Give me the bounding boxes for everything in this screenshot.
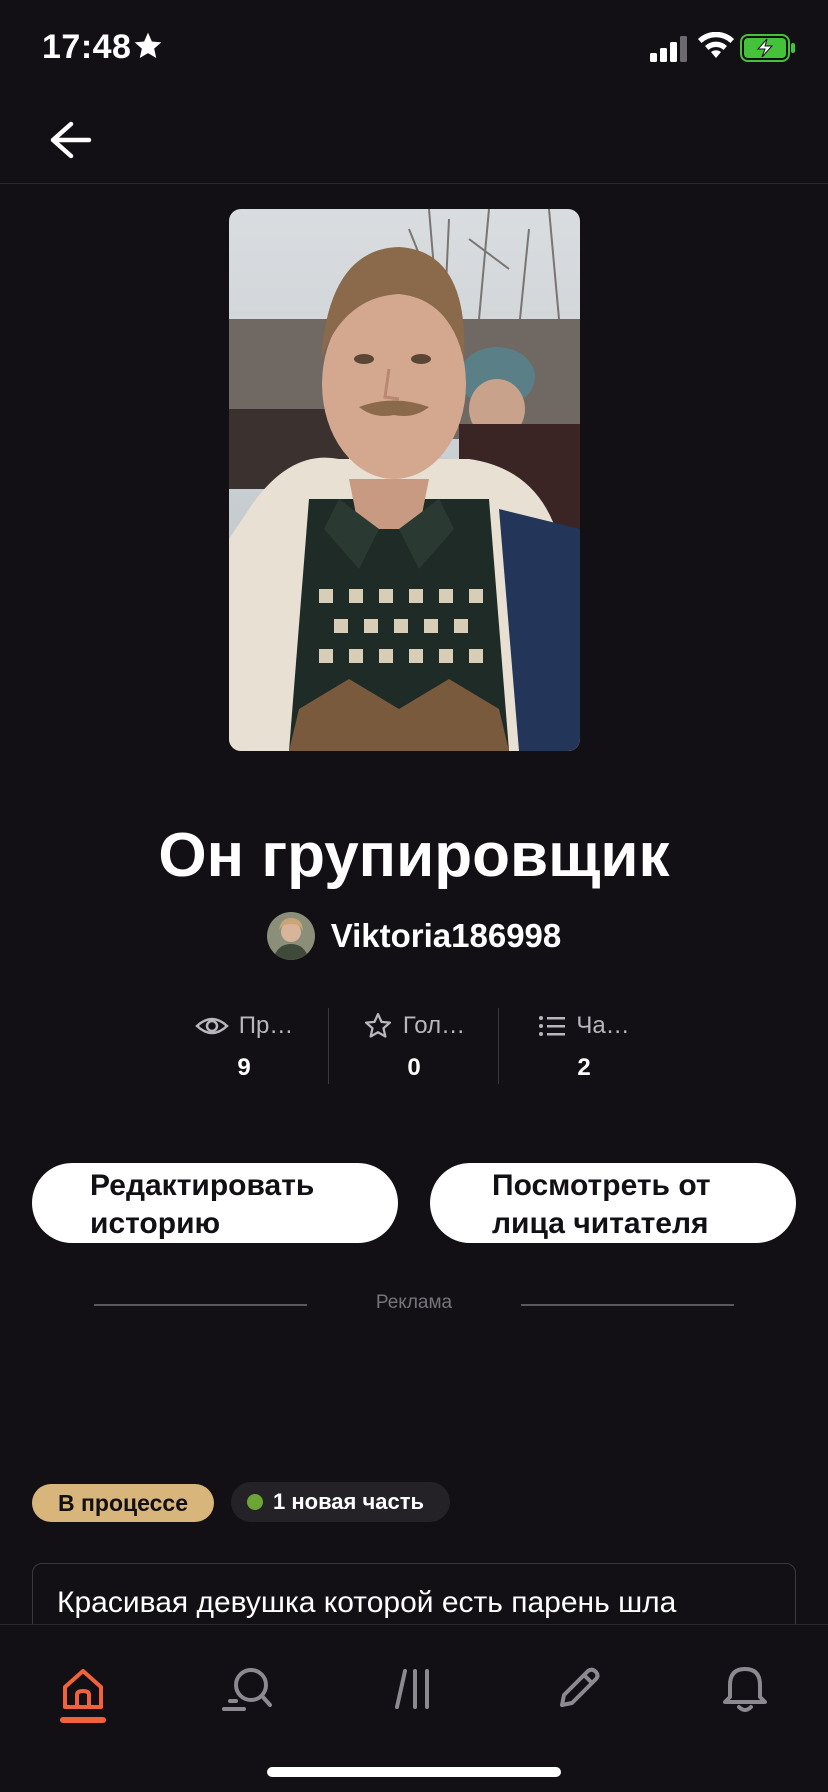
write-icon: [560, 1667, 600, 1707]
edit-story-button[interactable]: Редактировать историю: [32, 1163, 398, 1243]
list-icon: [539, 1016, 566, 1036]
edit-story-label-line1: Редактировать: [90, 1169, 315, 1202]
preview-label-line1: Посмотреть от: [492, 1169, 711, 1202]
cellular-signal-icon: [650, 36, 687, 62]
stat-votes-label: Гол…: [402, 1012, 466, 1039]
stat-reads: Пр… 9: [159, 1008, 329, 1084]
home-indicator: [267, 1767, 561, 1777]
avatar[interactable]: [266, 912, 315, 960]
library-icon: [395, 1669, 429, 1709]
story-stats: Пр… 9 Гол… 0 Ча… 2: [0, 1008, 828, 1084]
star-icon: [364, 1013, 391, 1038]
top-nav: [0, 96, 828, 184]
story-cover-image[interactable]: [229, 209, 580, 751]
stat-votes: Гол… 0: [329, 1008, 499, 1084]
stat-parts-label: Ча…: [576, 1012, 630, 1039]
new-part-badge: 1 новая часть: [231, 1482, 450, 1522]
stat-reads-label: Пр…: [238, 1012, 294, 1039]
arrow-left-icon: [50, 121, 92, 159]
eye-icon: [194, 1017, 229, 1035]
bottom-tab-bar: [0, 1624, 828, 1792]
status-bar: 17:48: [0, 0, 828, 96]
tab-write[interactable]: [533, 1649, 623, 1729]
new-part-label: 1 новая часть: [273, 1489, 425, 1514]
preview-as-reader-button[interactable]: Посмотреть от лица читателя: [430, 1163, 796, 1243]
author-name[interactable]: Viktoria186998: [331, 917, 562, 955]
description-text: Красивая девушка которой есть парень шла: [57, 1586, 677, 1619]
home-icon: [63, 1669, 103, 1709]
status-badge: В процессе: [32, 1484, 214, 1522]
active-tab-indicator: [60, 1717, 106, 1723]
stat-parts-value: 2: [577, 1054, 591, 1081]
search-icon: [222, 1668, 272, 1711]
tab-search[interactable]: [203, 1649, 293, 1729]
status-time: 17:48: [42, 28, 132, 66]
stat-reads-value: 9: [237, 1054, 251, 1081]
wifi-icon: [698, 32, 734, 58]
ad-divider-right: [521, 1304, 734, 1306]
bell-icon: [723, 1667, 767, 1712]
story-details-screen: 17:48 Он групировщик Viktoria186998 Пр… …: [0, 0, 828, 1792]
story-title: Он групировщик: [158, 821, 670, 890]
preview-label-line2: лица читателя: [492, 1207, 709, 1240]
back-button[interactable]: [40, 114, 100, 166]
ad-label: Реклама: [375, 1292, 453, 1313]
edit-story-label-line2: историю: [90, 1207, 221, 1240]
tab-library[interactable]: [369, 1649, 459, 1729]
star-filled-icon: [134, 32, 162, 58]
battery-charging-icon: [740, 34, 795, 62]
stat-parts: Ча… 2: [499, 1008, 669, 1084]
stat-votes-value: 0: [407, 1054, 421, 1081]
tab-notifications[interactable]: [700, 1649, 790, 1729]
new-indicator-dot: [247, 1494, 263, 1510]
author-row[interactable]: Viktoria186998: [0, 912, 828, 960]
